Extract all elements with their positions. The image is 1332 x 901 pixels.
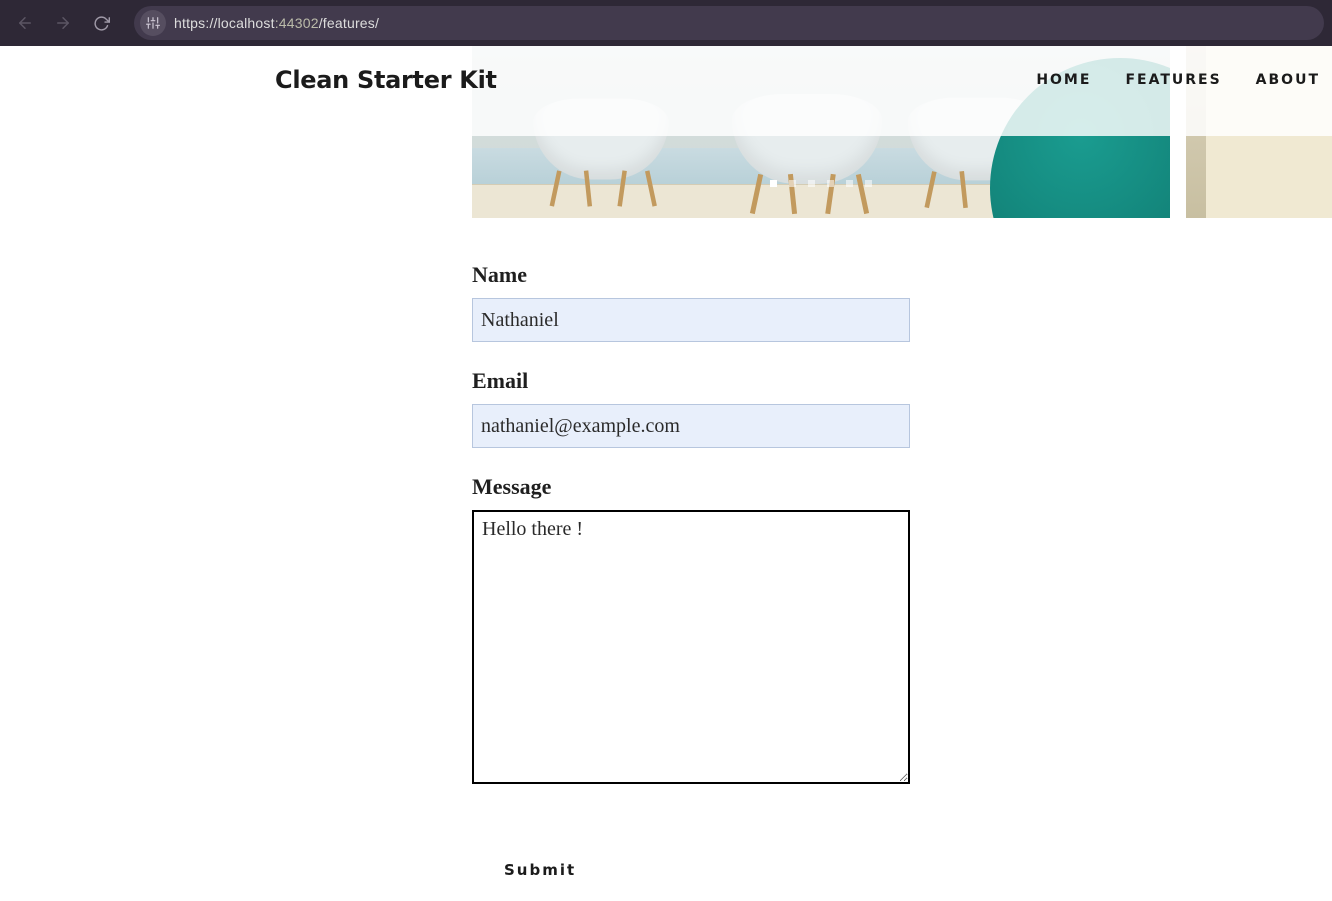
nav-link-about[interactable]: ABOUT (1256, 72, 1320, 88)
reload-icon (93, 15, 110, 32)
message-textarea[interactable] (472, 510, 910, 784)
carousel-dot[interactable] (827, 180, 834, 187)
carousel-dot[interactable] (808, 180, 815, 187)
email-input[interactable] (472, 404, 910, 448)
carousel-dot[interactable] (770, 180, 777, 187)
address-bar[interactable]: https://localhost:44302/features/ (134, 6, 1324, 40)
browser-chrome: https://localhost:44302/features/ (0, 0, 1332, 46)
carousel-dot[interactable] (865, 180, 872, 187)
nav-link-home[interactable]: HOME (1036, 72, 1091, 88)
submit-button[interactable]: Submit (504, 861, 576, 879)
forward-button[interactable] (46, 6, 80, 40)
site-settings-icon[interactable] (140, 10, 166, 36)
name-label: Name (472, 262, 912, 288)
carousel-dot[interactable] (789, 180, 796, 187)
back-button[interactable] (8, 6, 42, 40)
carousel-dot[interactable] (846, 180, 853, 187)
carousel-indicators (472, 180, 1170, 187)
arrow-right-icon (54, 14, 72, 32)
brand-title[interactable]: Clean Starter Kit (275, 66, 497, 94)
email-label: Email (472, 368, 912, 394)
reload-button[interactable] (84, 6, 118, 40)
message-label: Message (472, 474, 912, 500)
arrow-left-icon (16, 14, 34, 32)
nav-link-features[interactable]: FEATURES (1125, 72, 1221, 88)
nav-links: HOME FEATURES ABOUT (1036, 72, 1332, 88)
top-navbar: Clean Starter Kit HOME FEATURES ABOUT (0, 66, 1332, 94)
contact-form: Name Email Message Submit (472, 262, 912, 880)
url-text: https://localhost:44302/features/ (174, 15, 379, 31)
name-input[interactable] (472, 298, 910, 342)
